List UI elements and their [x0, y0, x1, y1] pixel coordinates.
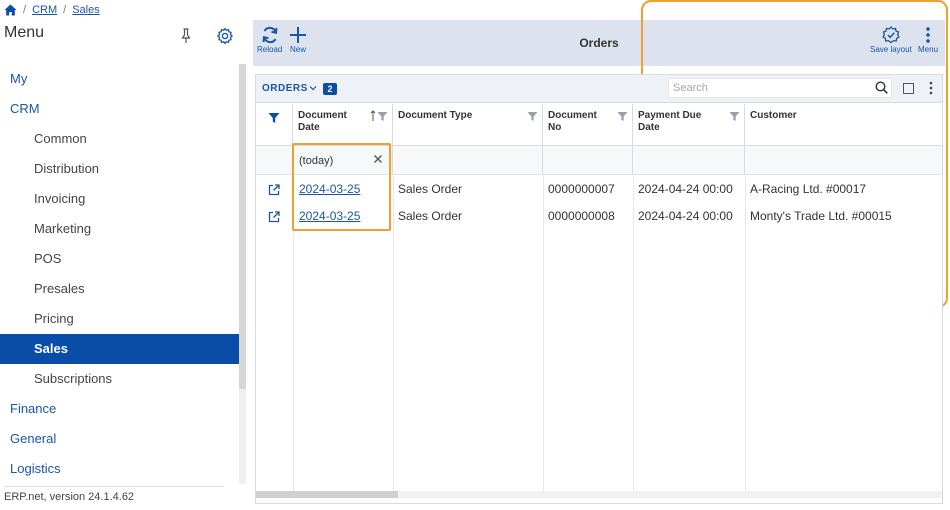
table-row-customer-cell: Monty's Trade Ltd. #00015	[750, 209, 892, 223]
breadcrumb: / CRM / Sales	[4, 2, 100, 18]
sidebar-item-logistics[interactable]: Logistics	[0, 454, 239, 484]
grid-header: ORDERS 2	[256, 75, 942, 103]
column-header-payment-due-date[interactable]: Payment Due Date	[633, 104, 745, 146]
breadcrumb-sales-link[interactable]: Sales	[72, 4, 100, 16]
sidebar-item-general[interactable]: General	[0, 424, 239, 454]
sidebar-item-distribution[interactable]: Distribution	[0, 154, 239, 184]
table-row-customer-cell: A-Racing Ltd. #00017	[750, 182, 867, 196]
payment-due-date-filter[interactable]	[633, 146, 745, 175]
sidebar-item-crm[interactable]: CRM	[0, 94, 239, 124]
orders-grid: ORDERS 2 Document Date Document T	[255, 74, 943, 504]
column-label: Payment Due Date	[638, 110, 702, 133]
sidebar: Menu My CRM Common Distribution Invoicin…	[0, 20, 246, 510]
search-input[interactable]	[668, 78, 892, 98]
menu-button[interactable]: Menu	[918, 26, 938, 54]
sidebar-scrollbar[interactable]	[239, 64, 246, 484]
table-row-due-cell: 2024-04-24 00:00	[638, 182, 733, 196]
column-label: Document Date	[298, 110, 347, 133]
home-icon[interactable]	[4, 4, 17, 16]
sidebar-item-invoicing[interactable]: Invoicing	[0, 184, 239, 214]
sidebar-item-subscriptions[interactable]: Subscriptions	[0, 364, 239, 394]
record-count-badge: 2	[323, 83, 337, 95]
column-divider	[543, 175, 544, 493]
search-icon[interactable]	[875, 81, 888, 94]
sidebar-item-presales[interactable]: Presales	[0, 274, 239, 304]
breadcrumb-separator: /	[23, 4, 27, 16]
column-filter-icon[interactable]	[377, 111, 388, 122]
horizontal-scrollbar-thumb[interactable]	[256, 491, 398, 498]
table-row-date-cell[interactable]: 2024-03-25	[299, 176, 360, 203]
menu-list: My CRM Common Distribution Invoicing Mar…	[0, 64, 239, 484]
sidebar-item-marketing[interactable]: Marketing	[0, 214, 239, 244]
open-record-icon[interactable]	[268, 211, 280, 223]
date-filter-value[interactable]: (today)	[299, 155, 333, 167]
breadcrumb-crm-link[interactable]: CRM	[32, 4, 57, 16]
horizontal-scrollbar[interactable]	[256, 491, 942, 498]
reload-icon	[262, 26, 278, 44]
open-record-icon[interactable]	[268, 184, 280, 196]
grid-options-icon[interactable]	[929, 81, 933, 95]
sidebar-item-common[interactable]: Common	[0, 124, 239, 154]
column-filter-icon[interactable]	[527, 111, 538, 122]
reload-button[interactable]: Reload	[257, 26, 282, 54]
filter-active-icon[interactable]	[268, 112, 280, 124]
column-label: Document Type	[398, 110, 473, 121]
table-row-date-cell[interactable]: 2024-03-25	[299, 203, 360, 230]
column-divider	[633, 175, 634, 493]
new-button[interactable]: New	[289, 26, 307, 54]
document-date-link[interactable]: 2024-03-25	[299, 209, 360, 223]
plus-icon	[290, 27, 306, 43]
column-divider	[745, 175, 746, 493]
menu-title: Menu	[4, 24, 45, 41]
sidebar-item-sales[interactable]: Sales	[0, 334, 239, 364]
column-filter-icon[interactable]	[729, 111, 740, 122]
column-header-document-no[interactable]: Document No	[543, 104, 633, 146]
table-row-number-cell: 0000000007	[548, 182, 615, 196]
kebab-menu-icon	[926, 27, 930, 43]
menu-label: Menu	[918, 45, 939, 54]
customer-filter[interactable]	[745, 146, 942, 175]
save-layout-button[interactable]: Save layout	[870, 26, 912, 54]
table-row-type-cell: Sales Order	[398, 182, 463, 196]
version-footer: ERP.net, version 24.1.4.62	[4, 486, 224, 503]
column-header-customer[interactable]: Customer	[745, 104, 942, 146]
table-row-type-cell: Sales Order	[398, 209, 463, 223]
select-all-icon[interactable]	[903, 83, 914, 94]
sidebar-item-my[interactable]: My	[0, 64, 239, 94]
table-row-due-cell: 2024-04-24 00:00	[638, 209, 733, 223]
column-filter-icon[interactable]	[617, 111, 628, 122]
column-header-document-date[interactable]: Document Date	[293, 104, 393, 146]
document-no-filter[interactable]	[543, 146, 633, 175]
column-label: Document No	[548, 110, 597, 133]
save-layout-label: Save layout	[870, 45, 912, 54]
pin-icon[interactable]	[180, 28, 192, 44]
sidebar-item-finance[interactable]: Finance	[0, 394, 239, 424]
page-title: Orders	[579, 36, 619, 50]
clear-filter-icon[interactable]	[373, 154, 383, 164]
column-divider	[293, 175, 294, 493]
document-type-filter[interactable]	[393, 146, 543, 175]
document-date-link[interactable]: 2024-03-25	[299, 182, 360, 196]
filter-row-cell	[256, 146, 293, 175]
sidebar-scrollbar-thumb[interactable]	[239, 64, 246, 389]
gear-icon[interactable]	[216, 27, 234, 45]
sidebar-item-pos[interactable]: POS	[0, 244, 239, 274]
table-row-number-cell: 0000000008	[548, 209, 615, 223]
filter-column-header[interactable]	[256, 104, 293, 146]
reload-label: Reload	[257, 45, 283, 54]
sidebar-item-pricing[interactable]: Pricing	[0, 304, 239, 334]
column-header-document-type[interactable]: Document Type	[393, 104, 543, 146]
grid-title[interactable]: ORDERS	[262, 83, 308, 94]
toolbar: Reload New Orders Save layout Menu	[253, 20, 945, 66]
new-label: New	[289, 45, 306, 54]
sort-arrow-icon[interactable]	[370, 110, 376, 122]
column-label: Customer	[750, 110, 797, 121]
save-layout-icon	[882, 26, 900, 44]
column-divider	[393, 175, 394, 493]
chevron-down-icon[interactable]	[309, 84, 317, 92]
breadcrumb-separator: /	[63, 4, 67, 16]
